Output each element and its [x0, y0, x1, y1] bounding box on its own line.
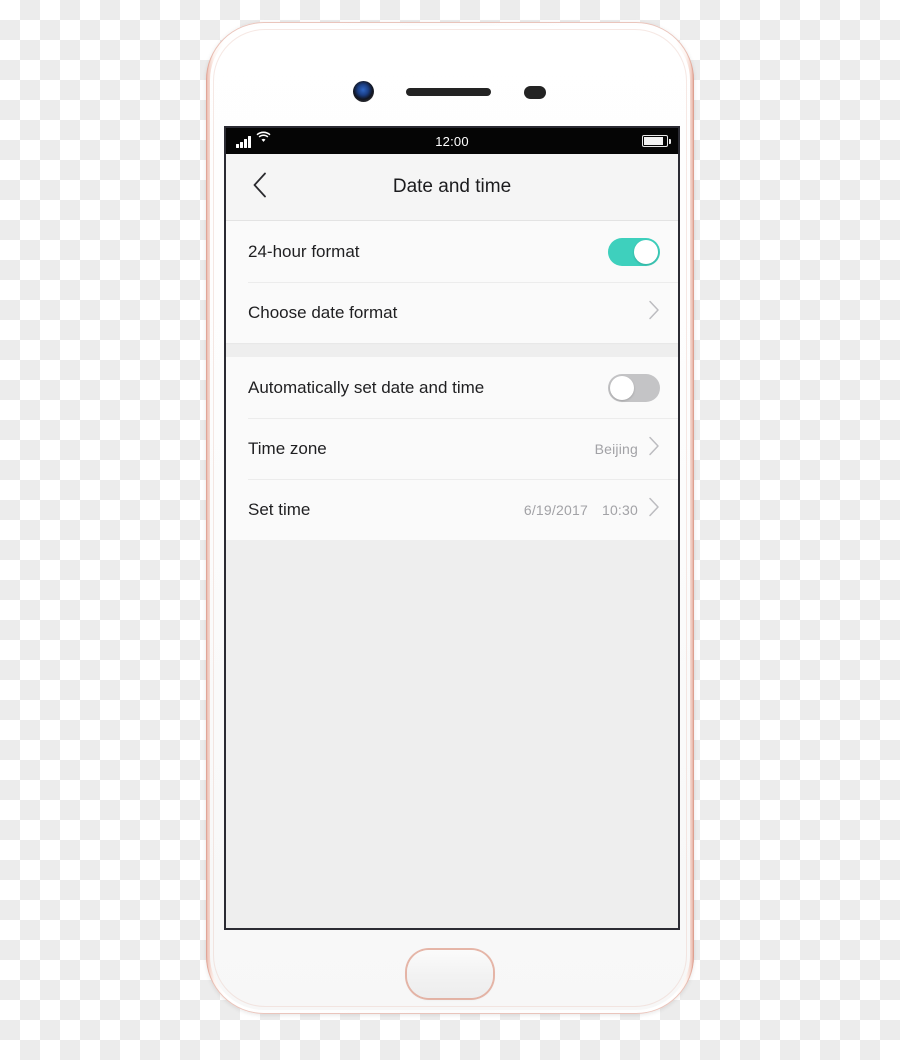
- proximity-sensor-icon: [524, 86, 546, 99]
- setting-value-group: 6/19/2017 10:30: [524, 502, 638, 518]
- status-bar-right: [642, 135, 671, 147]
- group-separator: [226, 343, 678, 357]
- page-title: Date and time: [392, 176, 512, 197]
- back-button[interactable]: [238, 154, 282, 220]
- setting-control: [608, 373, 660, 402]
- battery-icon: [642, 135, 671, 147]
- chevron-right-icon: [648, 300, 660, 325]
- setting-row-24-hour-format[interactable]: 24-hour format: [226, 221, 678, 282]
- setting-label: Time zone: [248, 438, 327, 458]
- earpiece-speaker-icon: [406, 88, 491, 96]
- chevron-right-icon: [648, 497, 660, 522]
- settings-group-2: Automatically set date and time Time zon…: [226, 357, 678, 540]
- setting-label: 24-hour format: [248, 241, 360, 261]
- chevron-left-icon: [252, 172, 268, 203]
- toggle-automatically-set-date-and-time[interactable]: [608, 373, 660, 402]
- status-bar: 12:00: [226, 128, 678, 154]
- setting-control: [648, 300, 660, 325]
- setting-row-time-zone[interactable]: Time zone Beijing: [226, 418, 678, 479]
- home-button[interactable]: [407, 950, 493, 998]
- setting-value: Beijing: [594, 440, 638, 457]
- setting-label: Automatically set date and time: [248, 377, 485, 397]
- toggle-24-hour-format[interactable]: [608, 237, 660, 266]
- nav-bar: Date and time: [226, 154, 678, 221]
- setting-label: Choose date format: [248, 302, 398, 322]
- toggle-knob: [634, 239, 658, 264]
- front-camera-icon: [353, 81, 374, 102]
- setting-control: [608, 237, 660, 266]
- setting-control: Beijing: [595, 436, 660, 461]
- setting-row-set-time[interactable]: Set time 6/19/2017 10:30: [226, 479, 678, 540]
- status-bar-clock: 12:00: [435, 133, 469, 149]
- setting-row-choose-date-format[interactable]: Choose date format: [226, 282, 678, 343]
- phone-screen: 12:00 Date and time 24-hour format Choos…: [224, 126, 680, 930]
- setting-row-automatically-set-date-and-time[interactable]: Automatically set date and time: [226, 357, 678, 418]
- setting-value-time: 10:30: [601, 501, 638, 518]
- setting-value-date: 6/19/2017: [523, 501, 588, 518]
- settings-group-1: 24-hour format Choose date format: [226, 221, 678, 343]
- chevron-right-icon: [648, 436, 660, 461]
- settings-list: 24-hour format Choose date format Automa…: [226, 221, 678, 928]
- setting-label: Set time: [248, 499, 311, 519]
- setting-control: 6/19/2017 10:30: [524, 497, 660, 522]
- phone-device: 12:00 Date and time 24-hour format Choos…: [206, 22, 694, 1014]
- toggle-knob: [610, 375, 634, 400]
- top-hardware-area: [206, 77, 694, 107]
